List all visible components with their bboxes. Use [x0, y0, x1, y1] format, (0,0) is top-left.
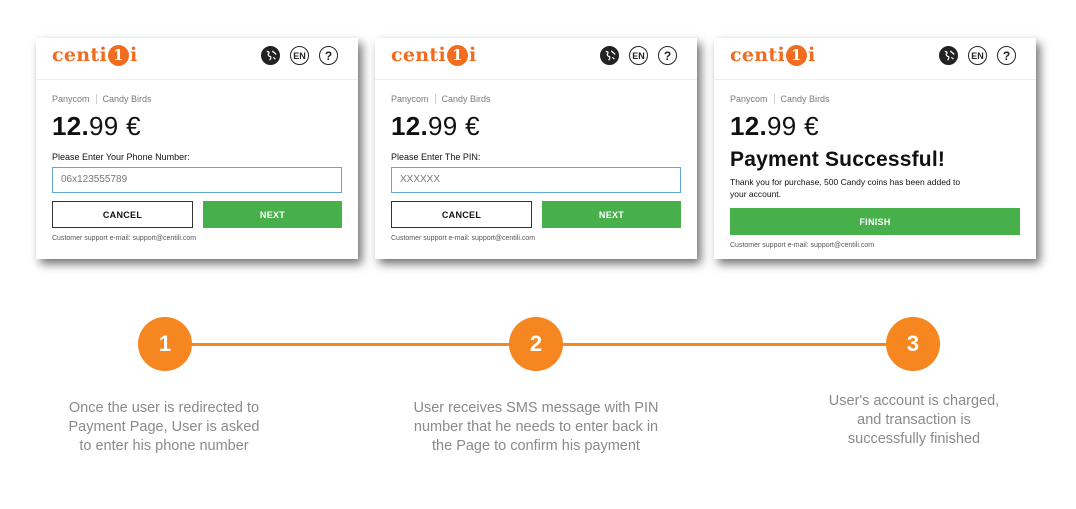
centili-logo[interactable]: centi 1 i — [391, 44, 477, 66]
pin-input[interactable]: XXXXXX — [391, 167, 681, 193]
logo-text-suffix: i — [129, 44, 138, 66]
merchant-name: Panycom — [391, 94, 429, 104]
success-message: Thank you for purchase, 500 Candy coins … — [730, 177, 961, 199]
logo-circle: 1 — [785, 44, 807, 66]
header-icons: EN ? — [261, 46, 338, 65]
support-text: Customer support e-mail: support@centili… — [52, 235, 197, 242]
payment-card-success: centi 1 i EN ? Panycom Candy Birds 12.99 €… — [714, 38, 1036, 259]
centili-logo[interactable]: centi 1 i — [52, 44, 138, 66]
header-icons: EN ? — [600, 46, 677, 65]
merchant-name: Panycom — [52, 94, 90, 104]
step-2-circle: 2 — [509, 317, 563, 371]
next-button[interactable]: NEXT — [542, 201, 681, 228]
button-row: FINISH — [730, 208, 1020, 235]
price-decimal: 99 € — [767, 111, 819, 141]
step-1-circle: 1 — [138, 317, 192, 371]
step-2-description: User receives SMS message with PIN numbe… — [413, 400, 659, 454]
breadcrumb-divider — [95, 94, 97, 104]
centili-logo[interactable]: centi 1 i — [730, 44, 816, 66]
price-decimal: 99 € — [428, 111, 480, 141]
step-1-description: Once the user is redirected to Payment P… — [68, 400, 260, 454]
globe-icon[interactable] — [600, 46, 619, 65]
logo-text-suffix: i — [807, 44, 816, 66]
success-title: Payment Successful! — [730, 148, 946, 171]
price-integer: 12. — [391, 111, 429, 141]
language-icon[interactable]: EN — [290, 46, 309, 65]
breadcrumb-divider — [434, 94, 436, 104]
price: 12.99 € — [52, 111, 342, 142]
payment-card-phone: centi 1 i EN ? Panycom Candy Birds 12.99 €… — [36, 38, 358, 259]
logo-text: centi — [52, 44, 107, 66]
breadcrumb: Panycom Candy Birds — [730, 94, 1020, 104]
input-label: Please Enter Your Phone Number: — [52, 152, 190, 162]
phone-number-input[interactable]: 06x123555789 — [52, 167, 342, 193]
language-icon[interactable]: EN — [968, 46, 987, 65]
logo-text: centi — [730, 44, 785, 66]
help-icon[interactable]: ? — [997, 46, 1016, 65]
input-label: Please Enter The PIN: — [391, 152, 481, 162]
support-text: Customer support e-mail: support@centili… — [391, 235, 536, 242]
header-icons: EN ? — [939, 46, 1016, 65]
card-header: centi 1 i EN ? — [714, 38, 1036, 80]
product-name: Candy Birds — [102, 94, 152, 104]
product-name: Candy Birds — [441, 94, 491, 104]
payment-card-pin: centi 1 i EN ? Panycom Candy Birds 12.99 €… — [375, 38, 697, 259]
logo-text-suffix: i — [468, 44, 477, 66]
price: 12.99 € — [730, 111, 1020, 142]
button-row: CANCEL NEXT — [52, 201, 342, 228]
breadcrumb-divider — [773, 94, 775, 104]
button-row: CANCEL NEXT — [391, 201, 681, 228]
price-decimal: 99 € — [89, 111, 141, 141]
support-text: Customer support e-mail: support@centili… — [730, 242, 875, 249]
finish-button[interactable]: FINISH — [730, 208, 1020, 235]
step-3-circle: 3 — [886, 317, 940, 371]
globe-icon[interactable] — [261, 46, 280, 65]
cancel-button[interactable]: CANCEL — [52, 201, 193, 228]
product-name: Candy Birds — [780, 94, 830, 104]
price-integer: 12. — [52, 111, 90, 141]
breadcrumb: Panycom Candy Birds — [52, 94, 342, 104]
logo-circle: 1 — [446, 44, 468, 66]
breadcrumb: Panycom Candy Birds — [391, 94, 681, 104]
next-button[interactable]: NEXT — [203, 201, 342, 228]
help-icon[interactable]: ? — [658, 46, 677, 65]
merchant-name: Panycom — [730, 94, 768, 104]
step-3-description: User's account is charged, and transacti… — [828, 393, 1000, 447]
logo-text: centi — [391, 44, 446, 66]
price-integer: 12. — [730, 111, 768, 141]
cancel-button[interactable]: CANCEL — [391, 201, 532, 228]
price: 12.99 € — [391, 111, 681, 142]
globe-icon[interactable] — [939, 46, 958, 65]
logo-circle: 1 — [107, 44, 129, 66]
card-header: centi 1 i EN ? — [375, 38, 697, 80]
help-icon[interactable]: ? — [319, 46, 338, 65]
language-icon[interactable]: EN — [629, 46, 648, 65]
card-header: centi 1 i EN ? — [36, 38, 358, 80]
